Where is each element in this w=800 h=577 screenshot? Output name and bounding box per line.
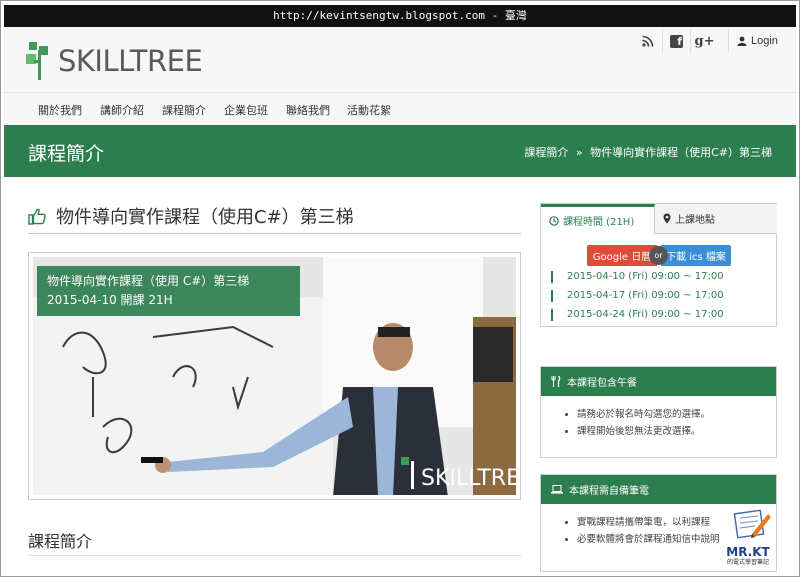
mrkt-sub: 的電式學習筆記 xyxy=(726,559,769,566)
login-label: Login xyxy=(751,35,778,47)
logo-wordmark: SKILLTREE xyxy=(58,44,203,78)
rss-icon xyxy=(642,35,654,47)
schedule-date-3: 2015-04-24 (Fri) 09:00 ~ 17:00 xyxy=(551,309,724,321)
nav-item-contact[interactable]: 聯絡我們 xyxy=(286,102,330,118)
nav-item-enterprise[interactable]: 企業包班 xyxy=(224,102,268,118)
url-caption: http://kevintsengtw.blogspot.com - 臺灣 xyxy=(273,9,527,22)
social-links: f g+ xyxy=(634,29,718,53)
mrkt-name: MR.KT xyxy=(726,545,770,559)
lunch-panel: 本課程包含午餐 請務必於報名時勾選您的選擇。 課程開始後恕無法更改選擇。 xyxy=(540,366,777,458)
breadcrumb-separator: » xyxy=(575,146,583,159)
breadcrumb-parent-link[interactable]: 課程簡介 xyxy=(524,146,568,159)
facebook-icon: f xyxy=(670,34,683,48)
nav-item-gallery[interactable]: 活動花絮 xyxy=(347,102,391,118)
cutlery-icon xyxy=(551,376,561,387)
schedule-date-1: 2015-04-10 (Fri) 09:00 ~ 17:00 xyxy=(551,271,724,283)
lunch-notes: 請務必於報名時勾選您的選擇。 課程開始後恕無法更改選擇。 xyxy=(541,396,776,440)
google-plus-icon: g+ xyxy=(694,33,715,49)
lunch-note-1: 請務必於報名時勾選您的選擇。 xyxy=(577,406,766,423)
main-nav: 關於我們 講師介紹 課程簡介 企業包班 聯絡我們 活動花絮 xyxy=(4,92,796,125)
schedule-date-2: 2015-04-17 (Fri) 09:00 ~ 17:00 xyxy=(551,290,724,302)
download-ics-button[interactable]: 下載 ics 檔案 xyxy=(661,245,731,266)
tree-logo-icon xyxy=(26,42,48,80)
clock-icon xyxy=(549,215,559,226)
notepad-pencil-icon xyxy=(733,509,771,539)
breadcrumb-current: 物件導向實作課程（使用C#）第三梯 xyxy=(590,146,772,159)
tab-course-time-label: 課程時間 (21H) xyxy=(563,217,635,228)
photo-caption: 物件導向實作課程（使用 C#）第三梯 2015-04-10 開課 21H xyxy=(37,266,300,316)
thumbs-up-icon[interactable] xyxy=(28,208,46,225)
url-caption-bar: http://kevintsengtw.blogspot.com - 臺灣 xyxy=(4,5,796,27)
laptop-panel-title: 本課程需自備筆電 xyxy=(569,486,649,497)
breadcrumb: 課程簡介 » 物件導向實作課程（使用C#）第三梯 xyxy=(524,144,772,160)
facebook-link[interactable]: f xyxy=(662,29,690,53)
lunch-panel-header: 本課程包含午餐 xyxy=(541,367,776,396)
or-separator: or xyxy=(649,246,668,265)
title-divider xyxy=(28,233,521,234)
course-title-row: 物件導向實作課程（使用C#）第三梯 xyxy=(28,203,354,229)
login-button[interactable]: Login xyxy=(728,29,778,53)
mrkt-stamp: MR.KT 的電式學習筆記 xyxy=(722,508,774,568)
section-title-intro: 課程簡介 xyxy=(28,532,93,551)
page-banner: 課程簡介 課程簡介 » 物件導向實作課程（使用C#）第三梯 xyxy=(4,125,796,177)
lunch-panel-title: 本課程包含午餐 xyxy=(567,378,637,389)
tab-location[interactable]: 上課地點 xyxy=(655,204,777,234)
photo-caption-title: 物件導向實作課程（使用 C#）第三梯 xyxy=(47,274,250,288)
tab-course-time[interactable]: 課程時間 (21H) xyxy=(541,204,655,234)
nav-item-instructors[interactable]: 講師介紹 xyxy=(100,102,144,118)
course-photo: SKILLTREE 物件導向實作課程（使用 C#）第三梯 2015-04-10 … xyxy=(28,252,521,500)
nav-item-courses[interactable]: 課程簡介 xyxy=(162,102,206,118)
photo-watermark: SKILLTREE xyxy=(421,466,516,491)
map-marker-icon xyxy=(663,213,671,224)
schedule-tabs-panel: 課程時間 (21H) 上課地點 Google 日曆 or 下載 ics 檔案 2… xyxy=(540,203,777,327)
laptop-icon xyxy=(551,485,563,494)
lunch-note-2: 課程開始後恕無法更改選擇。 xyxy=(577,423,766,440)
site-header: SKILLTREE f g+ Login xyxy=(4,27,796,92)
section-divider xyxy=(28,555,521,556)
tab-location-label: 上課地點 xyxy=(675,215,715,226)
rss-link[interactable] xyxy=(634,29,662,53)
photo-caption-date: 2015-04-10 開課 21H xyxy=(47,293,173,307)
site-logo[interactable]: SKILLTREE xyxy=(26,41,203,81)
user-icon xyxy=(737,36,747,46)
laptop-panel-header: 本課程需自備筆電 xyxy=(541,475,776,504)
google-plus-link[interactable]: g+ xyxy=(690,29,718,53)
nav-item-about[interactable]: 關於我們 xyxy=(38,102,82,118)
course-title: 物件導向實作課程（使用C#）第三梯 xyxy=(56,207,354,228)
course-photo-image: SKILLTREE 物件導向實作課程（使用 C#）第三梯 2015-04-10 … xyxy=(33,257,516,495)
page-title: 課程簡介 xyxy=(28,143,105,165)
google-calendar-button[interactable]: Google 日曆 xyxy=(587,245,657,266)
